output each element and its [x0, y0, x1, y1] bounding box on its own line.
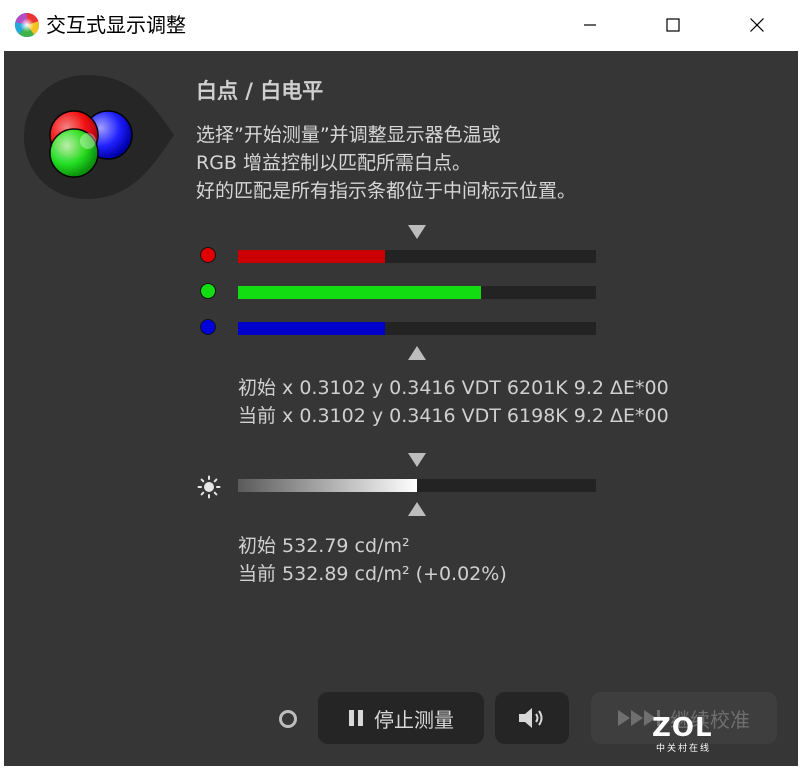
- instructions-line: RGB 增益控制以匹配所需白点。: [196, 152, 471, 174]
- rgb-readout-current: 当前 x 0.3102 y 0.3416 VDT 6198K 9.2 ΔE*00: [238, 405, 669, 427]
- green-bar-fill: [238, 286, 481, 299]
- target-marker-top-icon: [408, 225, 426, 239]
- blue-bar-fill: [238, 322, 385, 335]
- adjustment-panel: 白点 / 白电平 选择”开始测量”并调整显示器色温或 RGB 增益控制以匹配所需…: [4, 51, 798, 766]
- minimize-button[interactable]: [562, 0, 618, 50]
- maximize-icon: [666, 18, 680, 32]
- pause-icon: [348, 709, 364, 727]
- luminance-marker-top-icon: [408, 453, 426, 467]
- title-bar[interactable]: 交互式显示调整: [0, 0, 800, 50]
- speaker-icon: [519, 708, 543, 728]
- instructions-text: 选择”开始测量”并调整显示器色温或 RGB 增益控制以匹配所需白点。 好的匹配是…: [196, 121, 576, 205]
- instructions-line: 选择”开始测量”并调整显示器色温或: [196, 124, 501, 146]
- target-marker-bottom-icon: [408, 346, 426, 360]
- rgb-readout-initial: 初始 x 0.3102 y 0.3416 VDT 6201K 9.2 ΔE*00: [238, 377, 669, 399]
- luminance-bar-fill: [238, 479, 417, 492]
- luminance-bar-track: [238, 479, 596, 492]
- red-channel-icon: [200, 247, 216, 263]
- luminance-readout-current: 当前 532.89 cd/m² (+0.02%): [238, 563, 507, 585]
- stop-measurement-label: 停止测量: [374, 707, 454, 732]
- watermark-tagline: 中关村在线: [656, 744, 712, 754]
- luminance-readout-initial: 初始 532.79 cd/m²: [238, 535, 410, 557]
- app-window: 交互式显示调整 白点 / 白电平 选择”开始测量”并调整显示器色温或 RGB 增…: [0, 0, 800, 768]
- zol-watermark-logo: ZOL 中关村在线: [652, 713, 722, 761]
- instructions-line: 好的匹配是所有指示条都位于中间标示位置。: [196, 180, 577, 202]
- green-bar-track: [238, 286, 596, 299]
- watermark-brand: ZOL: [652, 713, 713, 743]
- color-wheel-icon: [15, 13, 39, 37]
- blue-channel-icon: [200, 319, 216, 335]
- green-channel-icon: [200, 283, 216, 299]
- minimize-icon: [584, 24, 596, 26]
- window-title: 交互式显示调整: [46, 13, 186, 37]
- maximize-button[interactable]: [645, 0, 701, 50]
- red-bar-fill: [238, 250, 385, 263]
- blue-bar-track: [238, 322, 596, 335]
- luminance-marker-bottom-icon: [408, 502, 426, 516]
- red-bar-track: [238, 250, 596, 263]
- close-button[interactable]: [729, 0, 785, 50]
- close-icon: [750, 18, 764, 32]
- sound-toggle-button[interactable]: [495, 692, 569, 744]
- section-heading: 白点 / 白电平: [196, 79, 324, 103]
- brightness-icon: [197, 475, 221, 499]
- status-indicator-icon: [279, 710, 297, 728]
- rgb-logo-icon: [24, 75, 174, 199]
- stop-measurement-button[interactable]: 停止测量: [318, 692, 484, 744]
